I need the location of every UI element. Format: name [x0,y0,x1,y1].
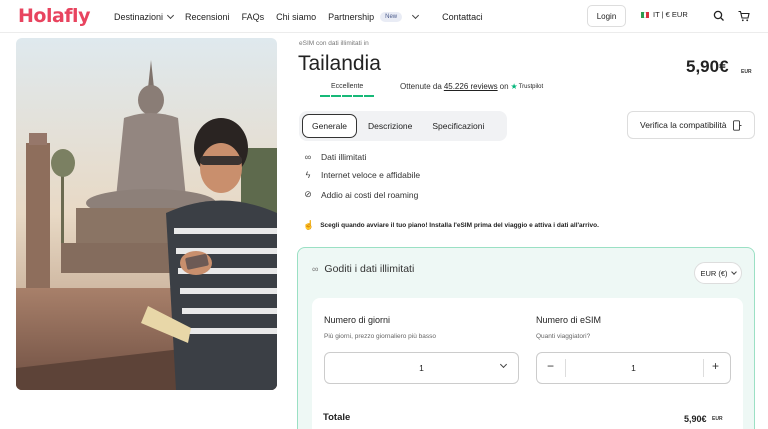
nav-contattaci-label: Contattaci [442,11,483,22]
stepper-divider [703,359,704,377]
compatibility-label: Verifica la compatibilità [640,120,727,130]
reviews-prefix: Ottenute da [400,82,442,91]
total-price: 5,90€ [684,414,707,424]
plus-button[interactable]: + [712,359,719,373]
login-button[interactable]: Login [587,5,626,27]
activation-note-text: Scegli quando avviare il tuo piano! Inst… [320,222,599,229]
nav-recensioni[interactable]: Recensioni [185,12,230,22]
days-label: Numero di giorni [324,315,391,325]
star-bar [320,95,330,97]
search-icon[interactable] [712,9,726,23]
hand-icon: ☝ [303,220,315,230]
traveler-photo [16,38,277,390]
product-subtitle: eSIM con dati illimitati in [299,40,369,47]
price-currency: EUR [741,69,752,75]
esim-value: 1 [631,363,636,373]
nav-chi-siamo-label: Chi siamo [276,11,317,22]
feature-unlimited: ∞ Dati illimitati [303,152,367,162]
trustpilot-logo: ★ Trustpilot [511,82,544,91]
plan-title-text: Goditi i dati illimitati [324,263,415,275]
reviews-link[interactable]: 45.226 reviews [444,82,498,91]
nav-partnership[interactable]: Partnership New [328,11,420,22]
feature-label: Internet veloce e affidabile [321,170,421,180]
trustpilot-label: Trustpilot [518,83,544,90]
tab-specificazioni[interactable]: Specificazioni [423,115,493,137]
days-select[interactable]: 1 [324,352,519,384]
nav-recensioni-label: Recensioni [185,11,230,22]
compatibility-button[interactable]: Verifica la compatibilità [627,111,755,139]
currency-select[interactable]: EUR (€) [694,262,742,284]
main-nav: Destinazioni Recensioni FAQs Chi siamo P… [114,0,495,33]
star-bar [342,95,352,97]
feature-label: Addio ai costi del roaming [321,189,419,200]
product-tabs: Generale Descrizione Specificazioni [299,111,507,141]
nav-faqs[interactable]: FAQs [242,12,265,22]
tab-generale[interactable]: Generale [302,114,357,138]
phone-check-icon [733,119,742,131]
nav-partnership-label: Partnership [328,11,375,22]
infinity-icon: ∞ [304,152,312,162]
feature-label: Dati illimitati [321,152,367,162]
esim-stepper: − 1 + [536,352,731,384]
star-bar [331,95,341,97]
chevron-down-icon [730,268,737,275]
locale-selector[interactable]: IT | € EUR [641,10,688,19]
nav-destinazioni-label: Destinazioni [114,11,164,22]
rating-label: Eccellente [331,83,364,90]
star-bar [364,95,374,97]
locale-label: IT | € EUR [653,10,688,19]
site-header: Holafly Destinazioni Recensioni FAQs Chi… [0,0,768,33]
product-price: 5,90€ [686,57,729,76]
no-roaming-icon: ⊘ [304,189,312,199]
page-title: Tailandia [298,52,381,75]
rating-stars [320,95,374,97]
trustpilot-star-icon: ★ [510,82,518,91]
italy-flag-icon [641,11,650,18]
days-value: 1 [419,363,424,373]
reviews-summary: Ottenute da 45.226 reviews on ★ Trustpil… [400,82,543,91]
days-help: Più giorni, prezzo giornaliero più basso [324,333,437,340]
nav-faqs-label: FAQs [241,11,265,22]
plan-options: Numero di giorni Più giorni, prezzo gior… [312,298,743,429]
total-label: Totale [323,412,351,423]
nav-destinazioni[interactable]: Destinazioni [114,11,175,22]
nav-contattaci[interactable]: Contattaci [442,12,483,22]
reviews-on: on [499,82,509,91]
feature-fast: ϟ Internet veloce e affidabile [303,170,420,180]
esim-label: Numero di eSIM [536,315,602,325]
feature-no-roaming: ⊘ Addio ai costi del roaming [303,189,418,200]
activation-note: ☝ Scegli quando avviare il tuo piano! In… [303,220,599,231]
plan-title: ∞ Goditi i dati illimitati [312,263,414,275]
currency-select-value: EUR (€) [700,268,728,278]
tab-descrizione[interactable]: Descrizione [359,115,421,137]
total-currency: EUR [712,416,723,422]
hero-image [16,38,277,390]
chevron-down-icon [412,11,420,19]
infinity-icon: ∞ [312,264,319,274]
esim-help: Quanti viaggiatori? [536,333,591,340]
plan-selector: ∞ Goditi i dati illimitati EUR (€) Numer… [297,247,755,429]
star-bar [353,95,363,97]
holafly-logo[interactable]: Holafly [18,5,90,27]
bolt-icon: ϟ [305,170,311,180]
cart-icon[interactable] [737,9,751,23]
chevron-down-icon [166,11,175,19]
new-badge: New [380,11,403,22]
nav-chi-siamo[interactable]: Chi siamo [276,12,316,22]
